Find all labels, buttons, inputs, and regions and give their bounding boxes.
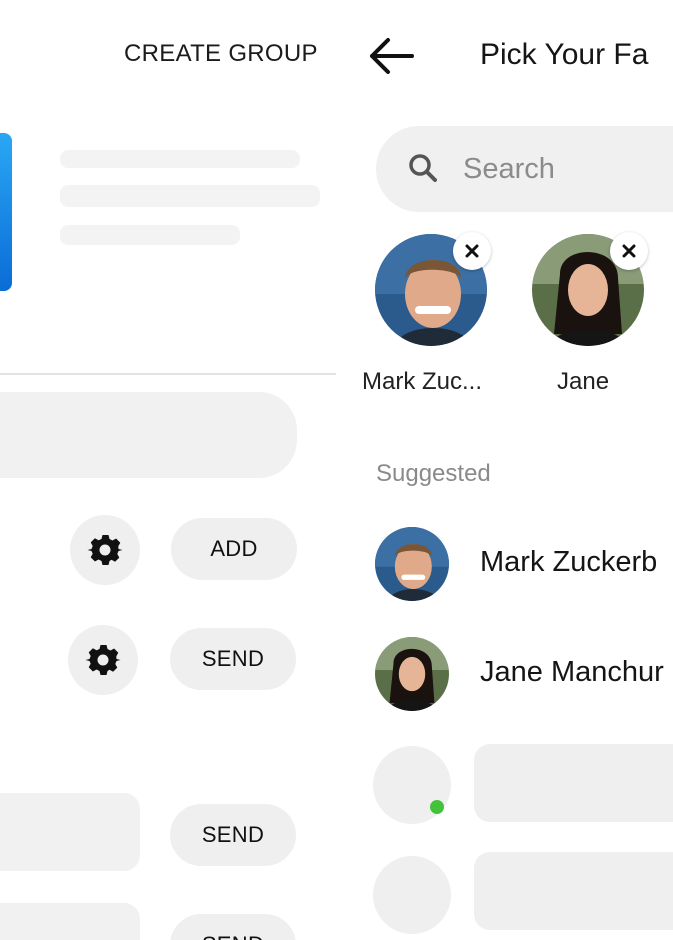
gear-icon <box>85 645 121 675</box>
blue-card[interactable] <box>0 133 12 291</box>
placeholder-row <box>474 744 673 822</box>
suggestion-name[interactable]: Jane Manchur <box>480 656 664 689</box>
left-panel: CREATE GROUP ADD SEND SEND SEND <box>0 0 338 940</box>
placeholder-block <box>0 793 140 871</box>
send-button[interactable]: SEND <box>170 628 296 690</box>
faint-text-line <box>60 225 240 245</box>
selected-contact-name: Jane <box>557 368 610 395</box>
remove-selection-button[interactable] <box>610 232 648 270</box>
avatar <box>375 527 449 601</box>
send-button[interactable]: SEND <box>170 914 296 940</box>
selected-contact-name: Mark Zuc... <box>362 368 483 395</box>
placeholder-block <box>0 903 140 940</box>
faint-text-line <box>60 150 300 168</box>
remove-selection-button[interactable] <box>453 232 491 270</box>
avatar <box>375 637 449 711</box>
back-arrow-icon[interactable] <box>368 36 416 76</box>
close-icon <box>622 244 636 258</box>
search-placeholder: Search <box>463 153 555 185</box>
suggestion-name[interactable]: Mark Zuckerb <box>480 546 657 579</box>
add-button[interactable]: ADD <box>171 518 297 580</box>
gear-icon <box>87 535 123 565</box>
search-input[interactable]: Search <box>376 126 673 212</box>
faint-text-line <box>60 185 320 207</box>
divider <box>0 373 336 375</box>
selected-contact-jane[interactable] <box>532 232 648 346</box>
placeholder-row <box>474 852 673 930</box>
send-button[interactable]: SEND <box>170 804 296 866</box>
search-icon <box>409 154 437 182</box>
settings-button[interactable] <box>70 515 140 585</box>
suggested-heading: Suggested <box>376 460 491 487</box>
online-indicator <box>430 800 444 814</box>
create-group-button[interactable]: CREATE GROUP <box>124 40 318 68</box>
page-title: Pick Your Fa <box>480 38 649 71</box>
placeholder-avatar <box>373 856 451 934</box>
placeholder-input <box>0 392 297 478</box>
settings-button[interactable] <box>68 625 138 695</box>
right-panel: Pick Your Fa Search Mark Zuc... Jane Sug… <box>338 0 673 940</box>
close-icon <box>465 244 479 258</box>
selected-contact-mark[interactable] <box>375 232 491 346</box>
